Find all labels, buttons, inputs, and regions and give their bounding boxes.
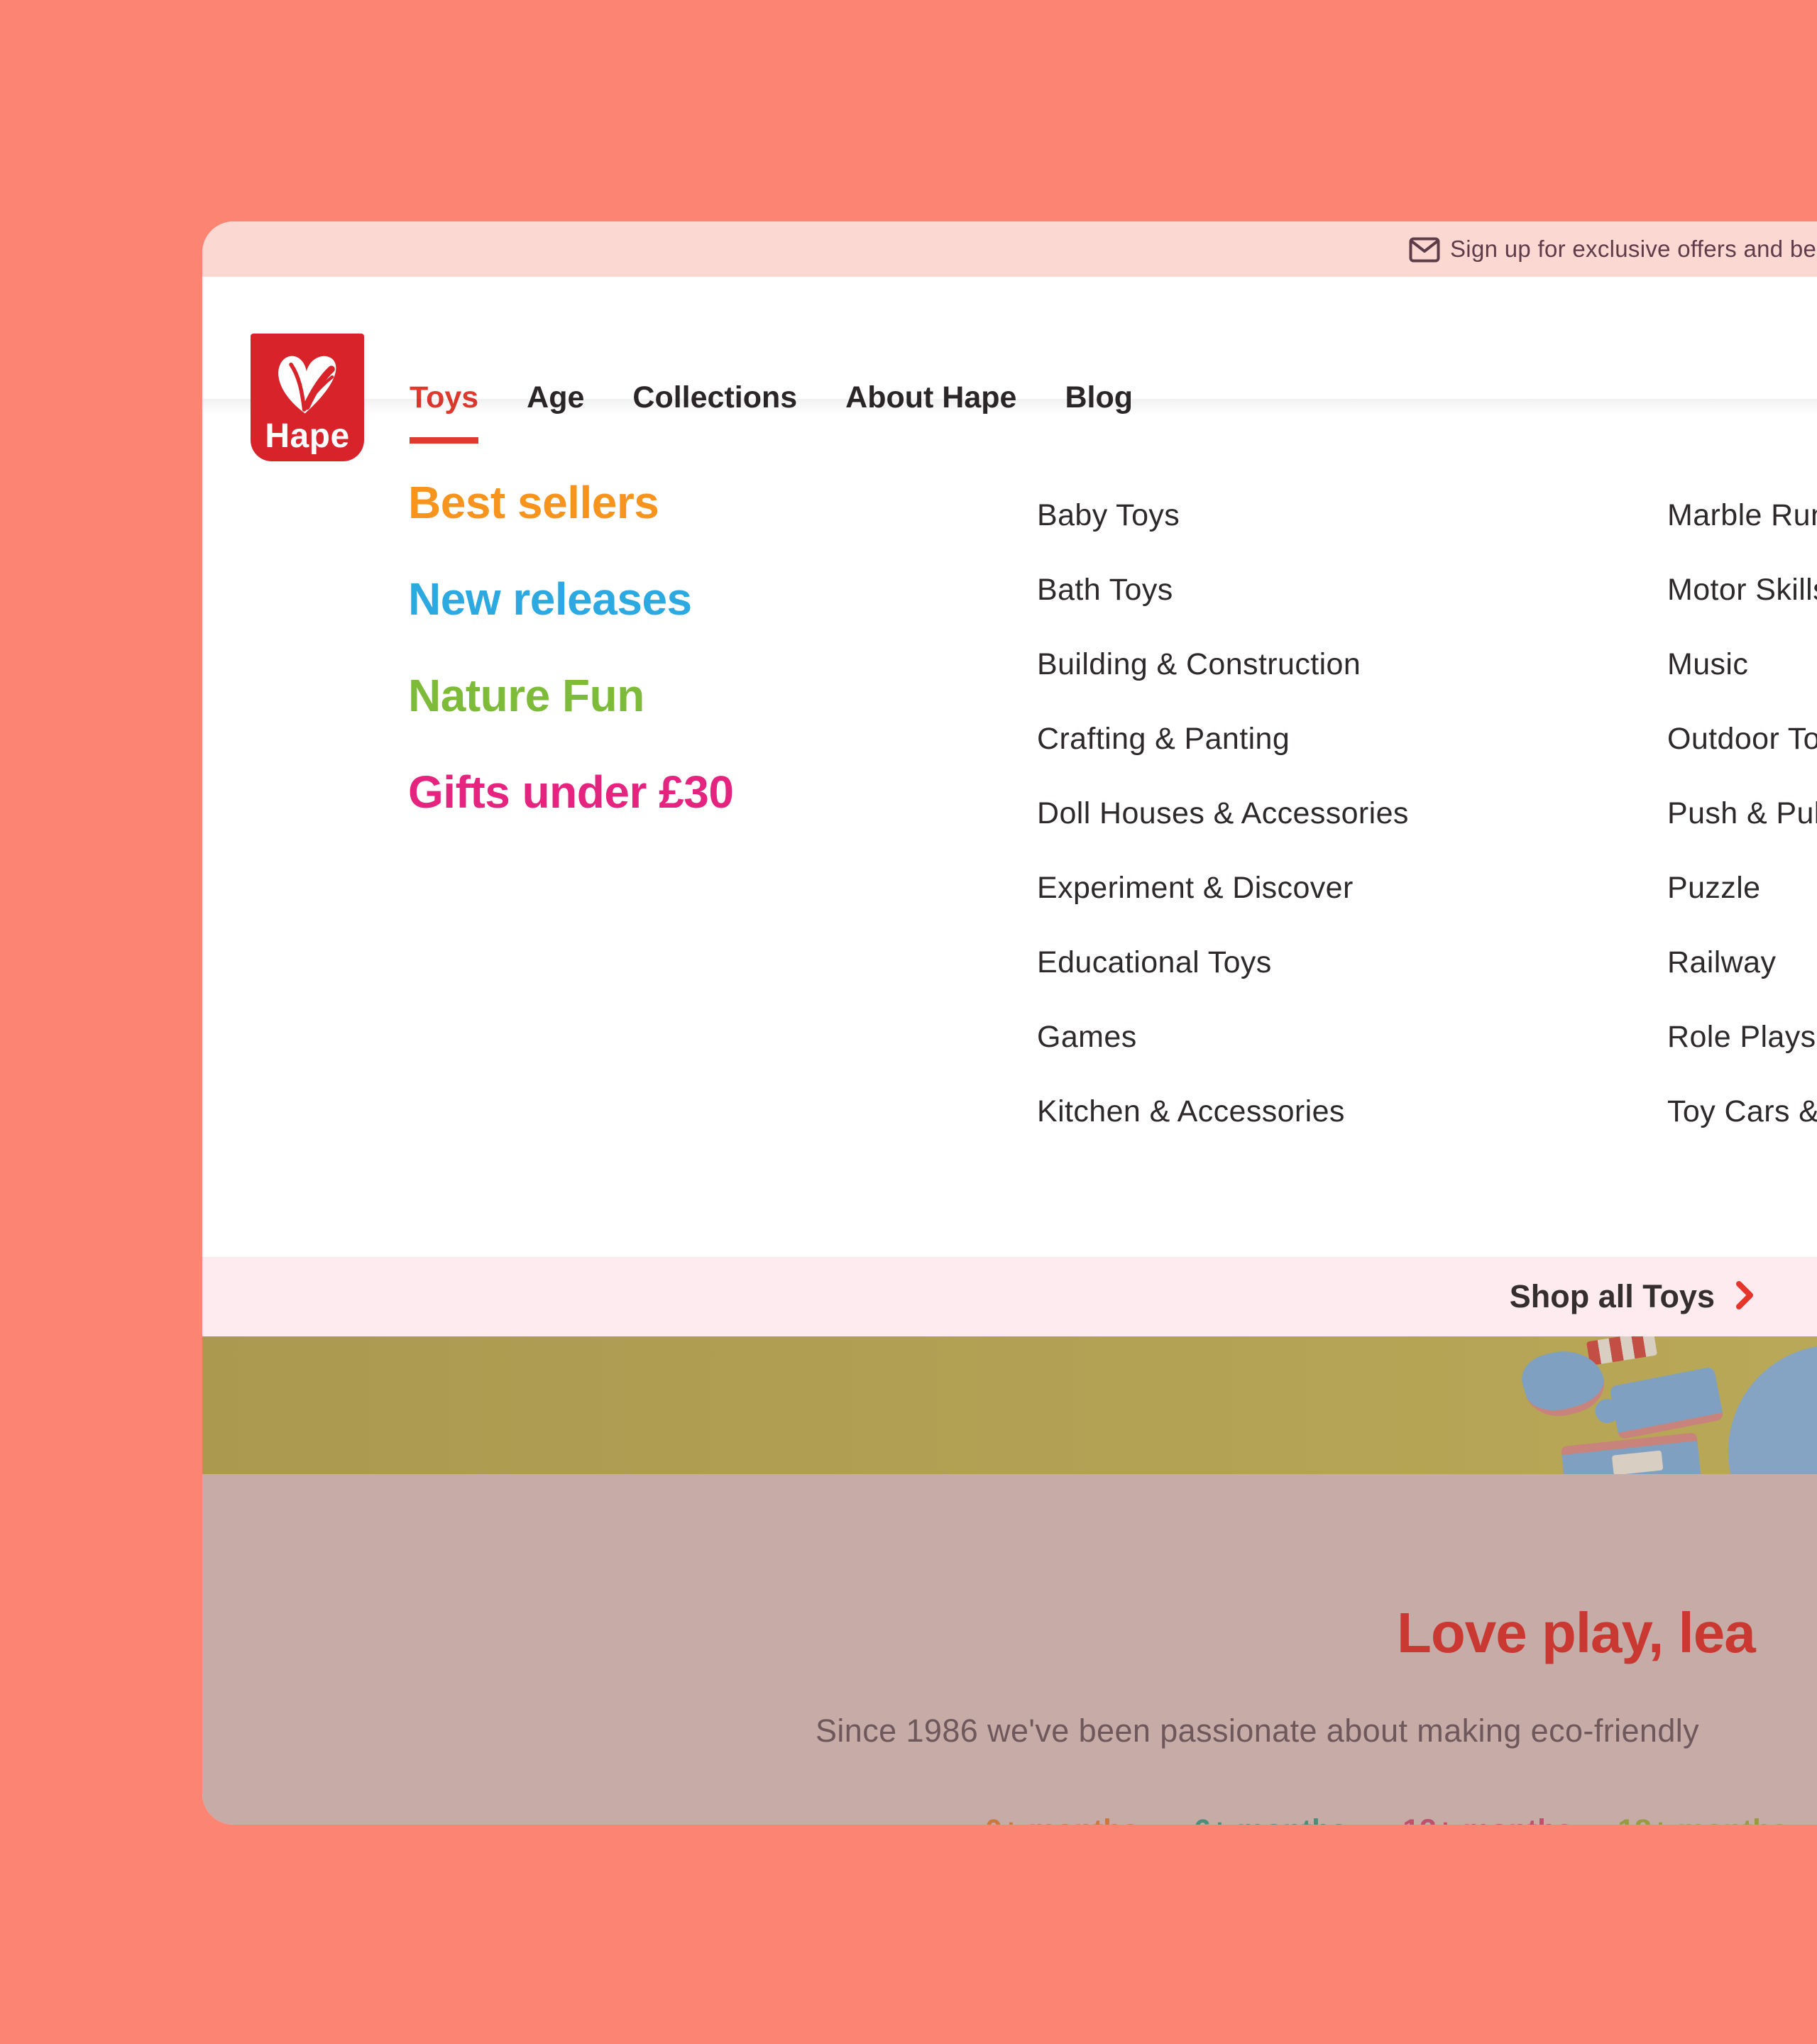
- nav-bar: Hape Toys Age Collections About Hape Blo…: [202, 277, 1817, 399]
- shop-all-toys-bar[interactable]: Shop all Toys: [202, 1257, 1817, 1336]
- shop-all-toys-label: Shop all Toys: [1510, 1278, 1715, 1315]
- featured-link-gifts-under-30[interactable]: Gifts under £30: [408, 769, 733, 815]
- menu-item-toy-cars[interactable]: Toy Cars &: [1667, 1096, 1817, 1127]
- menu-item-role-plays[interactable]: Role Plays: [1667, 1021, 1817, 1053]
- age-tab-6-months: 6+ months: [1194, 1813, 1347, 1825]
- age-tab-12-months: 12+ months: [1402, 1813, 1573, 1825]
- menu-item-puzzle[interactable]: Puzzle: [1667, 872, 1817, 903]
- menu-item-games[interactable]: Games: [1037, 1021, 1409, 1053]
- heart-leaf-icon: [268, 334, 347, 421]
- featured-link-nature-fun[interactable]: Nature Fun: [408, 672, 733, 719]
- dimmed-page-overlay[interactable]: Love play, lea Since 1986 we've been pas…: [202, 1474, 1817, 1825]
- puzzle-piece: [1561, 1432, 1703, 1474]
- page-heading: Love play, lea: [1397, 1600, 1755, 1666]
- dropdown-top-shadow: [202, 399, 1817, 414]
- age-tab-18-months: 18+ months: [1618, 1813, 1788, 1825]
- puzzle-piece: [1609, 1366, 1724, 1439]
- hero-photo-dimmed: [202, 1336, 1817, 1474]
- featured-link-new-releases[interactable]: New releases: [408, 576, 733, 622]
- menu-item-baby-toys[interactable]: Baby Toys: [1037, 500, 1409, 531]
- menu-item-outdoor-toys[interactable]: Outdoor Toys: [1667, 723, 1817, 754]
- envelope-icon: [1409, 237, 1440, 266]
- category-column-1: Baby Toys Bath Toys Building & Construct…: [1037, 500, 1409, 1127]
- puzzle-board-circle: [1728, 1345, 1817, 1474]
- logo-wordmark: Hape: [265, 417, 349, 456]
- menu-item-railway[interactable]: Railway: [1667, 947, 1817, 978]
- menu-item-crafting-panting[interactable]: Crafting & Panting: [1037, 723, 1409, 754]
- menu-item-kitchen-accessories[interactable]: Kitchen & Accessories: [1037, 1096, 1409, 1127]
- announcement-text[interactable]: Sign up for exclusive offers and be: [1450, 221, 1816, 277]
- menu-item-music[interactable]: Music: [1667, 649, 1817, 680]
- browser-viewport: Sign up for exclusive offers and be Hape…: [202, 221, 1817, 1825]
- chevron-right-icon: [1735, 1280, 1755, 1314]
- menu-item-doll-houses[interactable]: Doll Houses & Accessories: [1037, 798, 1409, 829]
- striped-puzzle-piece: [1586, 1336, 1657, 1366]
- menu-item-marble-run[interactable]: Marble Run: [1667, 500, 1817, 531]
- hape-logo[interactable]: Hape: [251, 334, 364, 461]
- age-tab-0-months: 0+ months: [985, 1813, 1138, 1825]
- announcement-bar: Sign up for exclusive offers and be: [202, 221, 1817, 277]
- menu-item-educational-toys[interactable]: Educational Toys: [1037, 947, 1409, 978]
- menu-item-building-construction[interactable]: Building & Construction: [1037, 649, 1409, 680]
- page-background: Sign up for exclusive offers and be Hape…: [0, 0, 1817, 2044]
- category-column-2: Marble Run Motor Skills Music Outdoor To…: [1667, 500, 1817, 1127]
- featured-links-column: Best sellers New releases Nature Fun Gif…: [408, 479, 733, 815]
- main-nav: Toys Age Collections About Hape Blog: [410, 332, 1133, 463]
- featured-link-best-sellers[interactable]: Best sellers: [408, 479, 733, 526]
- page-subtext: Since 1986 we've been passionate about m…: [816, 1713, 1699, 1749]
- menu-item-push-pull[interactable]: Push & Pull: [1667, 798, 1817, 829]
- menu-item-bath-toys[interactable]: Bath Toys: [1037, 574, 1409, 605]
- menu-item-experiment-discover[interactable]: Experiment & Discover: [1037, 872, 1409, 903]
- menu-item-motor-skills[interactable]: Motor Skills: [1667, 574, 1817, 605]
